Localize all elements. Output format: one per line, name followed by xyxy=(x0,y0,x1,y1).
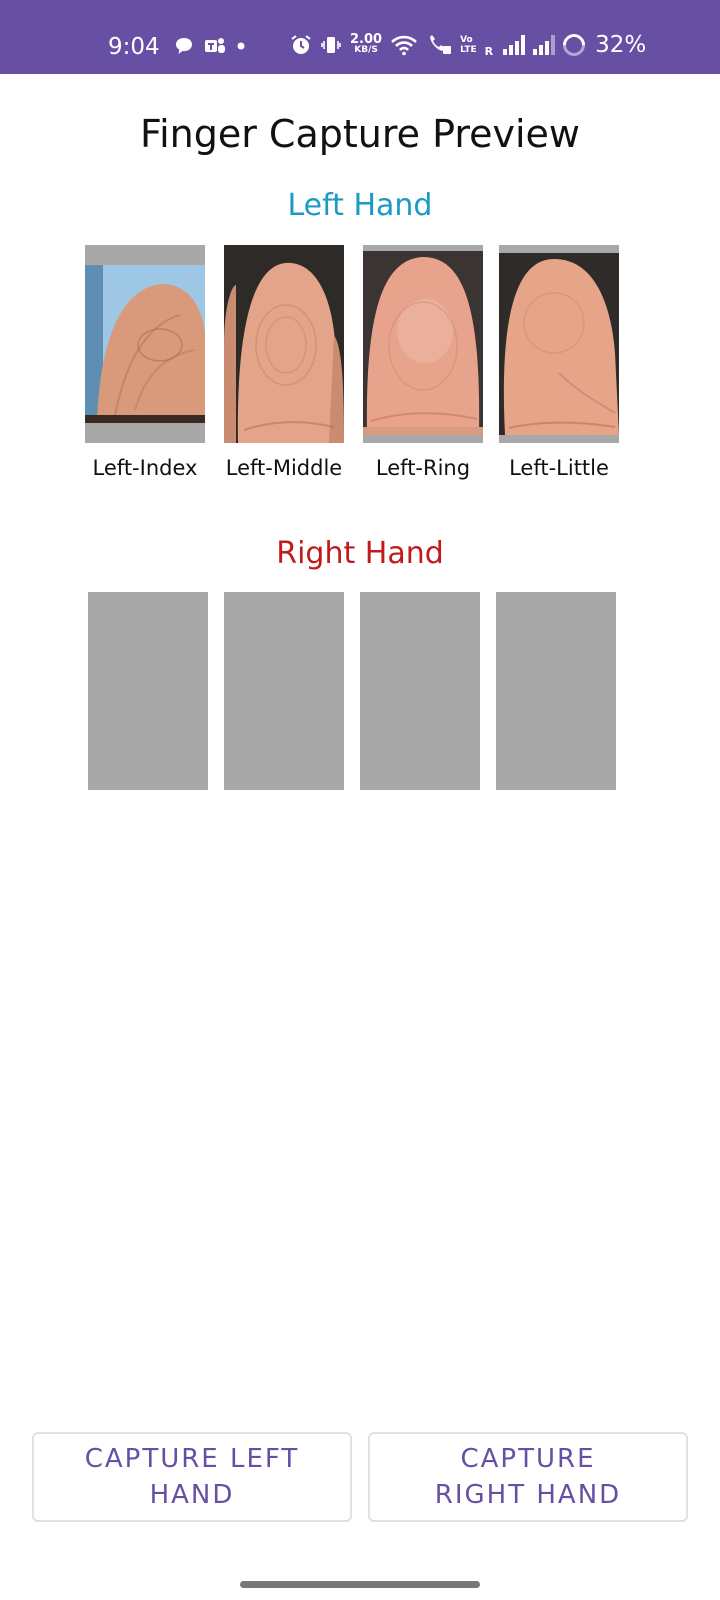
left-ring-image xyxy=(363,245,483,443)
right-little-placeholder xyxy=(496,592,616,790)
page-title: Finger Capture Preview xyxy=(139,112,581,156)
signal-sim2-icon xyxy=(533,35,556,55)
chat-bubble-icon xyxy=(174,36,194,56)
status-time: 9:04 xyxy=(108,34,160,60)
system-icons: 2.00 KB/S Vo LTE R 32% xyxy=(290,29,647,61)
battery-percent: 32% xyxy=(595,32,647,58)
left-little-image xyxy=(499,245,619,443)
capture-right-hand-button[interactable]: CAPTURE RIGHT HAND xyxy=(368,1432,688,1522)
capture-left-hand-button[interactable]: CAPTURE LEFT HAND xyxy=(32,1432,352,1522)
left-index-image xyxy=(85,245,205,443)
right-middle-placeholder xyxy=(224,592,344,790)
left-middle-label: Left-Middle xyxy=(225,456,343,480)
home-indicator[interactable] xyxy=(240,1581,480,1588)
dot-icon xyxy=(236,41,246,51)
left-hand-heading: Left Hand xyxy=(287,188,433,223)
left-index-label: Left-Index xyxy=(92,456,198,480)
notification-icons xyxy=(174,36,246,56)
vibrate-icon xyxy=(320,34,342,56)
left-ring-label: Left-Ring xyxy=(375,456,471,480)
battery-icon xyxy=(558,29,590,61)
roaming-indicator: R xyxy=(484,45,494,58)
signal-sim1-icon xyxy=(503,35,526,55)
right-index-placeholder xyxy=(88,592,208,790)
alarm-icon xyxy=(290,34,312,56)
right-ring-placeholder xyxy=(360,592,480,790)
left-little-label: Left-Little xyxy=(509,456,609,480)
network-speed: 2.00 KB/S xyxy=(350,32,383,55)
wifi-icon xyxy=(390,34,418,56)
volte-indicator: Vo LTE xyxy=(460,35,477,55)
left-middle-image xyxy=(224,245,344,443)
teams-icon xyxy=(204,36,226,56)
wifi-calling-icon xyxy=(426,34,452,56)
right-hand-heading: Right Hand xyxy=(276,536,444,571)
status-bar: 9:04 2.00 KB/S Vo LTE R 32% xyxy=(0,0,720,74)
